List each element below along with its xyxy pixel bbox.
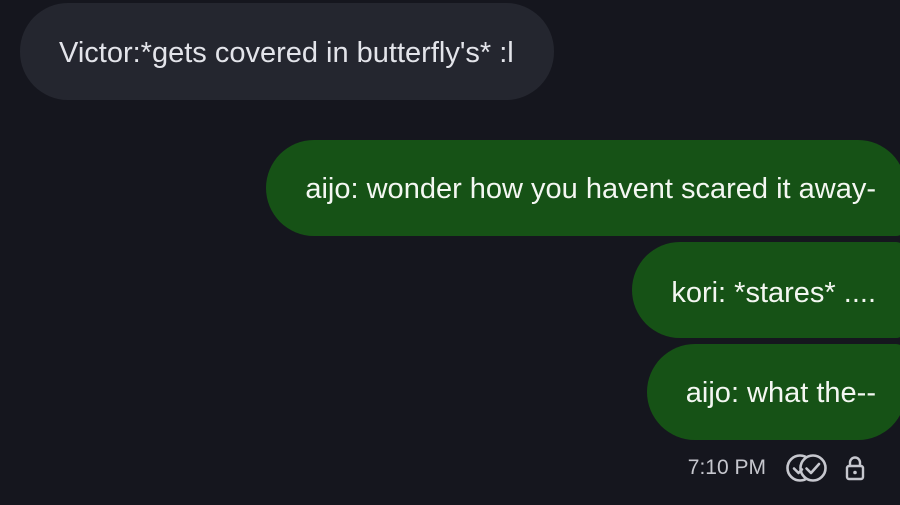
double-check-icon <box>784 452 830 484</box>
message-timestamp: 7:10 PM <box>687 456 766 479</box>
message-bubble-outgoing[interactable]: aijo: wonder how you havent scared it aw… <box>266 140 900 236</box>
message-bubble-outgoing[interactable]: kori: *stares* .... <box>632 242 900 338</box>
message-text: Victor:*gets covered in butterfly's* :l <box>59 37 514 69</box>
message-status-row: 7:10 PM <box>688 450 866 486</box>
message-text: aijo: what the-- <box>685 377 876 409</box>
conversation-view: Victor:*gets covered in butterfly's* :l … <box>0 0 900 505</box>
message-bubble-incoming[interactable]: Victor:*gets covered in butterfly's* :l <box>20 3 554 100</box>
message-text: aijo: wonder how you havent scared it aw… <box>305 173 876 205</box>
message-text: kori: *stares* .... <box>671 277 876 309</box>
message-bubble-outgoing[interactable]: aijo: what the-- <box>646 344 900 440</box>
lock-icon <box>844 454 866 482</box>
